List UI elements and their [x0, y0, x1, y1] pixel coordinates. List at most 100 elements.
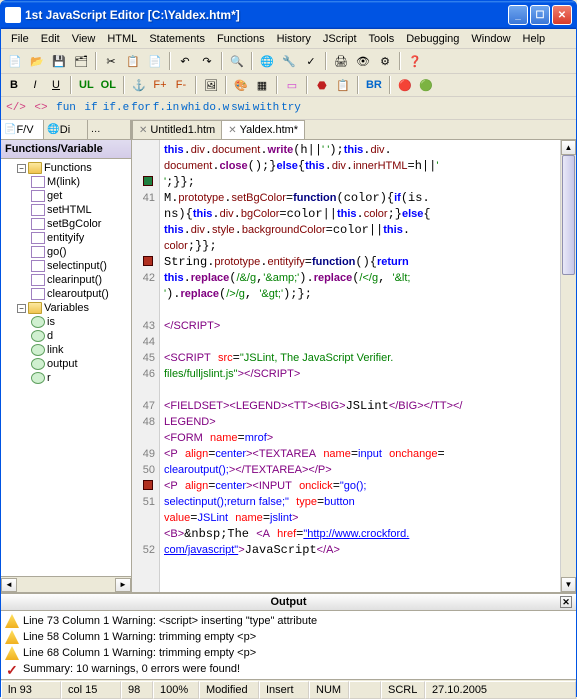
tree-var-link[interactable]: link: [3, 343, 129, 357]
help-button[interactable]: ❓: [405, 51, 425, 71]
code[interactable]: this.div.document.write(h||' ');this.div…: [160, 140, 576, 592]
saveall-button[interactable]: 🗂: [71, 51, 91, 71]
tree-variables[interactable]: −Variables: [3, 301, 129, 315]
color1-button[interactable]: 🔴: [396, 76, 414, 94]
tree-fn-go[interactable]: go(): [3, 245, 129, 259]
ol-button[interactable]: OL: [99, 76, 118, 94]
output-line[interactable]: Line 73 Column 1 Warning: <script> inser…: [5, 613, 572, 629]
menu-window[interactable]: Window: [465, 31, 516, 47]
italic-button[interactable]: I: [26, 76, 44, 94]
output-summary[interactable]: ✓Summary: 10 warnings, 0 errors were fou…: [5, 661, 572, 677]
output-close-icon[interactable]: ✕: [560, 596, 572, 608]
tree-var-output[interactable]: output: [3, 357, 129, 371]
tree-fn-clearinput[interactable]: clearinput(): [3, 273, 129, 287]
output-body[interactable]: Line 73 Column 1 Warning: <script> inser…: [1, 611, 576, 679]
menu-history[interactable]: History: [271, 31, 317, 47]
gutter: 41 42 43444546 4748 495051 52: [132, 140, 160, 592]
menu-tools[interactable]: Tools: [363, 31, 401, 47]
kw-swi[interactable]: swi: [230, 99, 252, 117]
menu-file[interactable]: File: [5, 31, 35, 47]
scroll-up-icon[interactable]: ▲: [561, 140, 576, 155]
maximize-button[interactable]: ☐: [530, 5, 550, 25]
redo-button[interactable]: ↷: [197, 51, 217, 71]
fplus-button[interactable]: F+: [151, 76, 169, 94]
undo-button[interactable]: ↶: [175, 51, 195, 71]
sidetab-di[interactable]: 🌐 Di: [44, 120, 87, 139]
menu-functions[interactable]: Functions: [211, 31, 271, 47]
output-line[interactable]: Line 68 Column 1 Warning: trimming empty…: [5, 645, 572, 661]
tab-untitled[interactable]: ✕Untitled1.htm: [132, 120, 222, 139]
close-tab-icon[interactable]: ✕: [228, 125, 236, 136]
kw-if[interactable]: if: [80, 99, 102, 117]
underline-button[interactable]: U: [47, 76, 65, 94]
tree-fn-Mlink[interactable]: M(link): [3, 175, 129, 189]
tree-fn-setHTML[interactable]: setHTML: [3, 203, 129, 217]
anchor-button[interactable]: ⚓: [130, 76, 148, 94]
open-button[interactable]: 📂: [27, 51, 47, 71]
tree[interactable]: −FunctionsM(link)getsetHTMLsetBgColorent…: [1, 159, 131, 576]
kw-fun[interactable]: fun: [55, 99, 77, 117]
copy-button[interactable]: 📋: [123, 51, 143, 71]
settings-button[interactable]: ⚙: [375, 51, 395, 71]
print-button[interactable]: 🖨: [331, 51, 351, 71]
paste-button[interactable]: 📄: [145, 51, 165, 71]
kw-[interactable]: </>: [5, 99, 27, 117]
tab-yaldex[interactable]: ✕Yaldex.htm*: [221, 120, 305, 139]
kw-fin[interactable]: f.in: [155, 99, 177, 117]
sidetab-more[interactable]: …: [88, 120, 131, 139]
scroll-thumb[interactable]: [562, 155, 575, 275]
save-button[interactable]: 💾: [49, 51, 69, 71]
ul-button[interactable]: UL: [77, 76, 96, 94]
tree-functions[interactable]: −Functions: [3, 161, 129, 175]
image-button[interactable]: 🖼: [202, 76, 220, 94]
vscrollbar[interactable]: ▲ ▼: [560, 140, 576, 592]
kw-dow[interactable]: do.w: [205, 99, 227, 117]
kw-ife[interactable]: if.e: [105, 99, 127, 117]
find-button[interactable]: 🔍: [227, 51, 247, 71]
menu-html[interactable]: HTML: [101, 31, 143, 47]
tree-fn-entityify[interactable]: entityify: [3, 231, 129, 245]
kw-whi[interactable]: whi: [180, 99, 202, 117]
close-button[interactable]: ✕: [552, 5, 572, 25]
tree-fn-clearoutput[interactable]: clearoutput(): [3, 287, 129, 301]
tree-fn-selectinput[interactable]: selectinput(): [3, 259, 129, 273]
tree-fn-setBgColor[interactable]: setBgColor: [3, 217, 129, 231]
new-button[interactable]: 📄: [5, 51, 25, 71]
br-button[interactable]: BR: [364, 76, 384, 94]
tree-fn-get[interactable]: get: [3, 189, 129, 203]
kw-[interactable]: <>: [30, 99, 52, 117]
menu-statements[interactable]: Statements: [143, 31, 211, 47]
kw-with[interactable]: with: [255, 99, 277, 117]
tree-var-d[interactable]: d: [3, 329, 129, 343]
status-ln: ln 93: [1, 681, 61, 699]
check-button[interactable]: ✓: [301, 51, 321, 71]
bold-button[interactable]: B: [5, 76, 23, 94]
stop-button[interactable]: ⬣: [313, 76, 331, 94]
tools-button[interactable]: 🔧: [279, 51, 299, 71]
output-line[interactable]: Line 58 Column 1 Warning: trimming empty…: [5, 629, 572, 645]
menu-edit[interactable]: Edit: [35, 31, 66, 47]
fminus-button[interactable]: F-: [172, 76, 190, 94]
box-button[interactable]: ▭: [283, 76, 301, 94]
menu-jscript[interactable]: JScript: [317, 31, 363, 47]
scroll-down-icon[interactable]: ▼: [561, 577, 576, 592]
close-tab-icon[interactable]: ✕: [139, 125, 147, 136]
sidetab-fv[interactable]: 📄 F/V: [1, 120, 44, 139]
list-button[interactable]: 📋: [334, 76, 352, 94]
color2-button[interactable]: 🟢: [417, 76, 435, 94]
view-button[interactable]: 👁: [353, 51, 373, 71]
sidebar-hscroll[interactable]: ◄ ►: [1, 576, 131, 592]
menu-help[interactable]: Help: [517, 31, 552, 47]
minimize-button[interactable]: _: [508, 5, 528, 25]
menu-view[interactable]: View: [66, 31, 102, 47]
cut-button[interactable]: ✂: [101, 51, 121, 71]
menu-debugging[interactable]: Debugging: [400, 31, 465, 47]
tree-var-r[interactable]: r: [3, 371, 129, 385]
palette-button[interactable]: 🎨: [232, 76, 250, 94]
globe-button[interactable]: 🌐: [257, 51, 277, 71]
tree-var-is[interactable]: is: [3, 315, 129, 329]
table-button[interactable]: ▦: [253, 76, 271, 94]
kw-try[interactable]: try: [280, 99, 302, 117]
kw-for[interactable]: for: [130, 99, 152, 117]
code-area[interactable]: 41 42 43444546 4748 495051 52 this.div.d…: [132, 140, 576, 592]
